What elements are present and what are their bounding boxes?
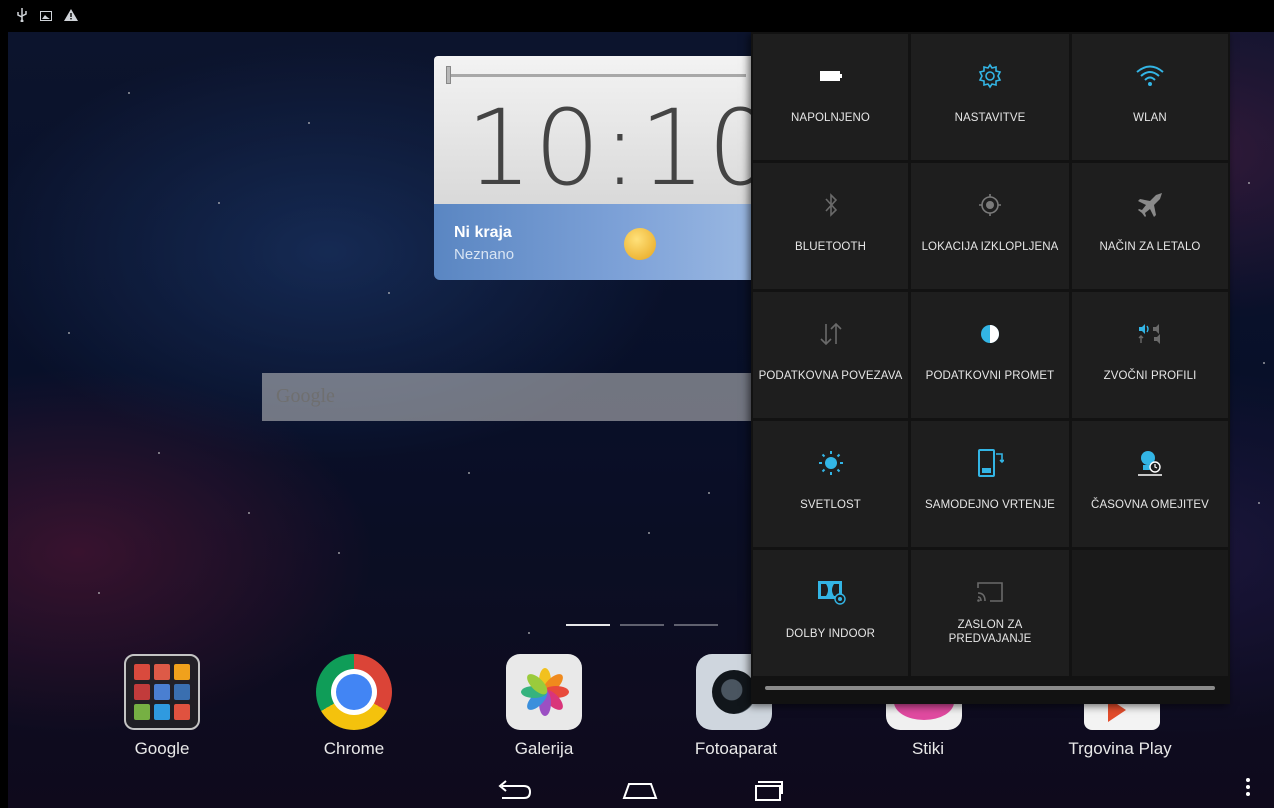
weather-widget[interactable]: Ni kraja Neznano <box>434 204 754 280</box>
tile-cast-screen[interactable]: ZASLON ZA PREDVAJANJE <box>911 550 1069 676</box>
clock-slider-knob[interactable] <box>446 66 451 84</box>
tile-label: ČASOVNA OMEJITEV <box>1091 499 1209 511</box>
tile-mobile-data[interactable]: PODATKOVNA POVEZAVA <box>753 292 908 418</box>
sound-profile-icon <box>1072 318 1228 350</box>
timeout-icon <box>1072 447 1228 479</box>
tile-label: PODATKOVNI PROMET <box>925 370 1055 382</box>
dock-label-contacts[interactable]: Stiki <box>848 739 1008 759</box>
page-dot <box>674 624 718 626</box>
tile-label: ZVOČNI PROFILI <box>1103 370 1197 382</box>
google-search-label: Google <box>276 385 335 407</box>
settings-gear-icon <box>911 60 1069 92</box>
tile-dolby[interactable]: DOLBY INDOOR <box>753 550 908 676</box>
recents-icon[interactable] <box>748 778 788 802</box>
page-indicator <box>566 624 718 626</box>
overflow-menu-icon[interactable] <box>1238 775 1258 803</box>
panel-drag-handle[interactable] <box>765 686 1215 690</box>
tile-label: SAMODEJNO VRTENJE <box>925 499 1055 511</box>
page-dot <box>566 624 610 626</box>
tile-battery[interactable]: NAPOLNJENO <box>753 34 908 160</box>
tile-label: BLUETOOTH <box>795 241 866 253</box>
dock-label-gallery[interactable]: Galerija <box>464 739 624 759</box>
tile-label: NASTAVITVE <box>954 112 1026 124</box>
tile-label: DOLBY INDOOR <box>785 628 876 640</box>
tile-screen-timeout[interactable]: ČASOVNA OMEJITEV <box>1072 421 1228 547</box>
dock-label-camera[interactable]: Fotoaparat <box>656 739 816 759</box>
chrome-icon[interactable] <box>316 654 392 730</box>
weather-location: Ni kraja <box>454 224 512 241</box>
tile-label: NAPOLNJENO <box>791 112 870 124</box>
dock-label-play-store[interactable]: Trgovina Play <box>1040 739 1200 759</box>
google-search-bar[interactable]: Google <box>262 373 754 421</box>
page-dot <box>620 624 664 626</box>
tile-location[interactable]: LOKACIJA IZKLOPLJENA <box>911 163 1069 289</box>
image-icon <box>40 9 52 25</box>
tile-label: ZASLON ZA PREDVAJANJE <box>948 619 1032 645</box>
status-bar <box>0 0 1274 32</box>
airplane-icon <box>1072 189 1228 221</box>
dock-label-chrome[interactable]: Chrome <box>274 739 434 759</box>
home-icon[interactable] <box>620 778 660 802</box>
auto-rotate-icon <box>911 447 1069 479</box>
location-icon <box>911 189 1069 221</box>
clock-slider-track <box>446 74 746 77</box>
tile-label: PODATKOVNA POVEZAVA <box>758 370 903 382</box>
tile-bluetooth[interactable]: BLUETOOTH <box>753 163 908 289</box>
data-usage-icon <box>911 318 1069 350</box>
bluetooth-icon <box>753 189 908 221</box>
tile-wlan[interactable]: WLAN <box>1072 34 1228 160</box>
wifi-icon <box>1072 60 1228 92</box>
battery-icon <box>753 60 908 92</box>
gallery-icon[interactable] <box>506 654 582 730</box>
warning-icon <box>64 9 78 25</box>
quick-settings-panel: NAPOLNJENO NASTAVITVE WLAN BLUETOOTH LOK <box>751 32 1230 704</box>
clock-widget[interactable]: 10:10 <box>434 56 774 208</box>
tile-settings[interactable]: NASTAVITVE <box>911 34 1069 160</box>
tile-label: SVETLOST <box>800 499 861 511</box>
brightness-icon <box>753 447 908 479</box>
dolby-icon <box>753 576 908 608</box>
usb-icon <box>16 8 28 26</box>
tile-brightness[interactable]: SVETLOST <box>753 421 908 547</box>
weather-status: Neznano <box>454 246 515 263</box>
tile-empty <box>1072 550 1228 676</box>
cast-screen-icon <box>911 576 1069 608</box>
tile-label: WLAN <box>1133 112 1167 124</box>
tile-data-usage[interactable]: PODATKOVNI PROMET <box>911 292 1069 418</box>
tile-auto-rotate[interactable]: SAMODEJNO VRTENJE <box>911 421 1069 547</box>
tile-label: NAČIN ZA LETALO <box>1099 241 1201 253</box>
sun-icon <box>624 228 656 260</box>
data-arrows-icon <box>753 318 908 350</box>
google-folder-icon[interactable] <box>124 654 200 730</box>
tile-label: LOKACIJA IZKLOPLJENA <box>921 241 1059 253</box>
clock-time: 10:10 <box>466 87 776 209</box>
dock-label-google[interactable]: Google <box>82 739 242 759</box>
back-icon[interactable] <box>494 778 534 802</box>
tile-airplane[interactable]: NAČIN ZA LETALO <box>1072 163 1228 289</box>
navigation-bar <box>0 768 1274 808</box>
tile-sound-profiles[interactable]: ZVOČNI PROFILI <box>1072 292 1228 418</box>
